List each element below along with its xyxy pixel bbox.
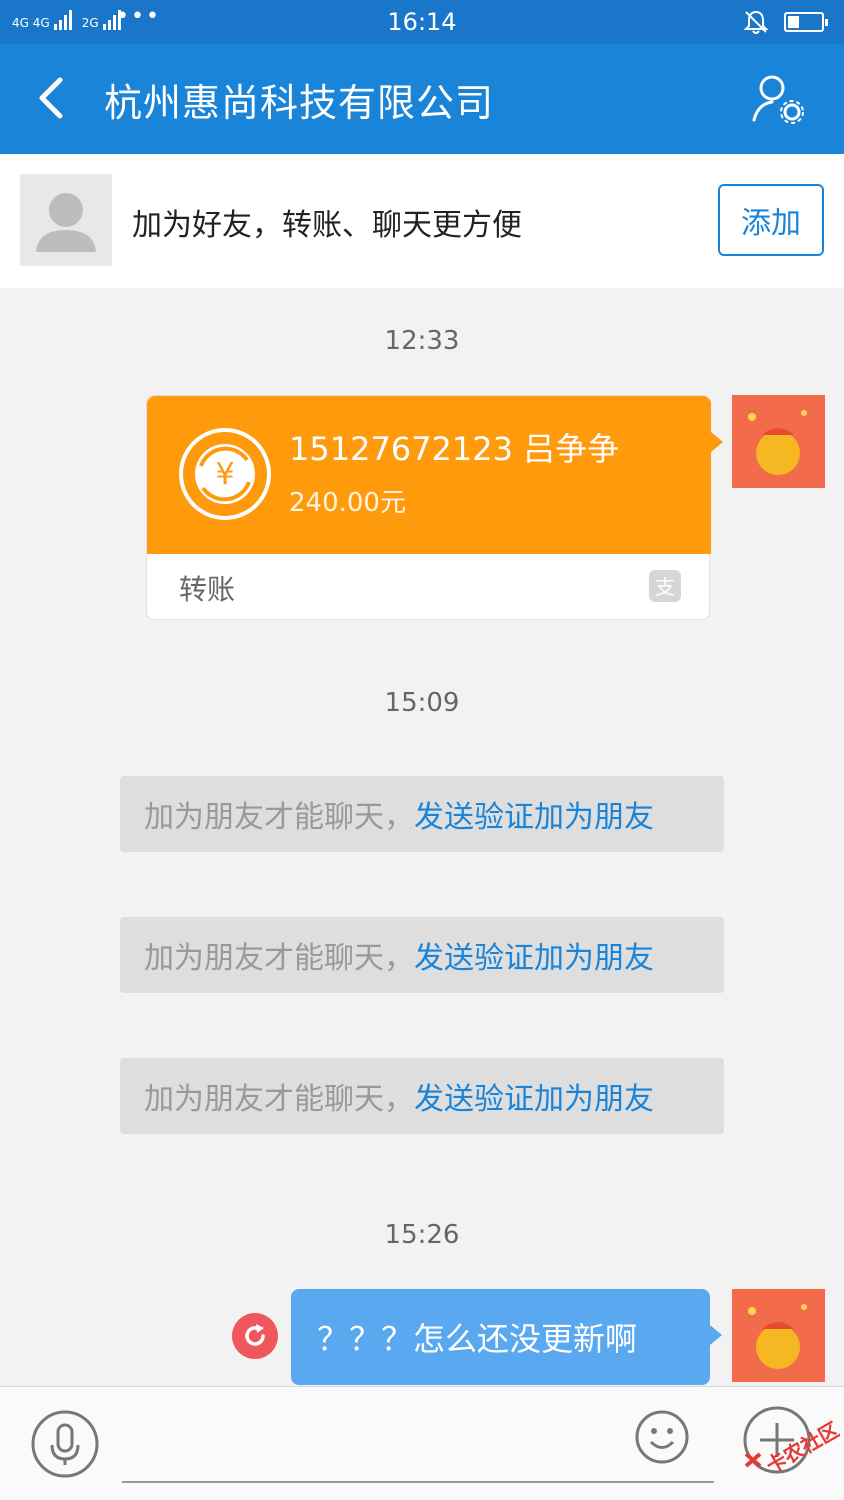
transfer-amount: 240.00元 [289, 488, 406, 518]
add-friend-button[interactable]: 添加 [718, 184, 824, 256]
time-label: 15:09 [384, 688, 460, 718]
resend-icon[interactable] [232, 1313, 278, 1359]
svg-text:¥: ¥ [215, 457, 234, 492]
user-settings-icon[interactable] [748, 72, 808, 128]
send-verification-link[interactable]: 发送验证加为朋友 [414, 792, 654, 836]
watermark-icon: 卡农社区 [744, 1417, 843, 1478]
system-message: 加为朋友才能聊天， 发送验证加为朋友 [120, 776, 724, 852]
send-verification-link[interactable]: 发送验证加为朋友 [414, 933, 654, 977]
time-label: 12:33 [384, 326, 460, 356]
add-friend-banner: 加为好友，转账、聊天更方便 添加 [0, 154, 844, 288]
transfer-yuan-icon: ¥ [179, 428, 271, 520]
system-message-text: 加为朋友才能聊天， [144, 800, 414, 835]
system-message-text: 加为朋友才能聊天， [144, 941, 414, 976]
transfer-header: ¥ 15127672123 吕争争 240.00元 [147, 396, 723, 554]
alipay-icon: 支 [649, 570, 681, 602]
bell-muted-icon [743, 10, 769, 34]
svg-text:支: 支 [655, 575, 675, 599]
user-avatar-icon[interactable] [732, 395, 825, 488]
transfer-card[interactable]: ¥ 15127672123 吕争争 240.00元 转账 支 [146, 395, 723, 620]
chevron-left-icon[interactable] [24, 70, 80, 126]
battery-icon [784, 12, 828, 32]
transfer-recipient: 15127672123 吕争争 [289, 430, 620, 468]
battery-level [788, 16, 799, 28]
system-message: 加为朋友才能聊天， 发送验证加为朋友 [120, 1058, 724, 1134]
status-bar: 4G 4G 2G ••• 16:14 [0, 0, 844, 44]
system-message: 加为朋友才能聊天， 发送验证加为朋友 [120, 917, 724, 993]
system-message-text: 加为朋友才能聊天， [144, 1082, 414, 1117]
message-input[interactable] [122, 1409, 714, 1483]
message-bubble[interactable]: ？？？怎么还没更新啊 [291, 1289, 722, 1385]
default-avatar-icon [20, 174, 112, 266]
watermark-text: 卡农社区 [762, 1417, 840, 1478]
title-bar: 杭州惠尚科技有限公司 [0, 44, 844, 154]
send-verification-link[interactable]: 发送验证加为朋友 [414, 1074, 654, 1118]
user-avatar-icon[interactable] [732, 1289, 825, 1382]
microphone-icon[interactable] [30, 1409, 100, 1479]
watermark-logo: 卡农社区 [740, 1404, 843, 1484]
status-time: 16:14 [387, 8, 457, 36]
page-title: 杭州惠尚科技有限公司 [104, 81, 495, 125]
time-label: 15:26 [384, 1220, 460, 1250]
transfer-label: 转账 [179, 573, 236, 606]
input-bar [0, 1386, 844, 1500]
emoji-icon[interactable] [634, 1409, 690, 1465]
banner-text: 加为好友，转账、聊天更方便 [132, 208, 522, 243]
